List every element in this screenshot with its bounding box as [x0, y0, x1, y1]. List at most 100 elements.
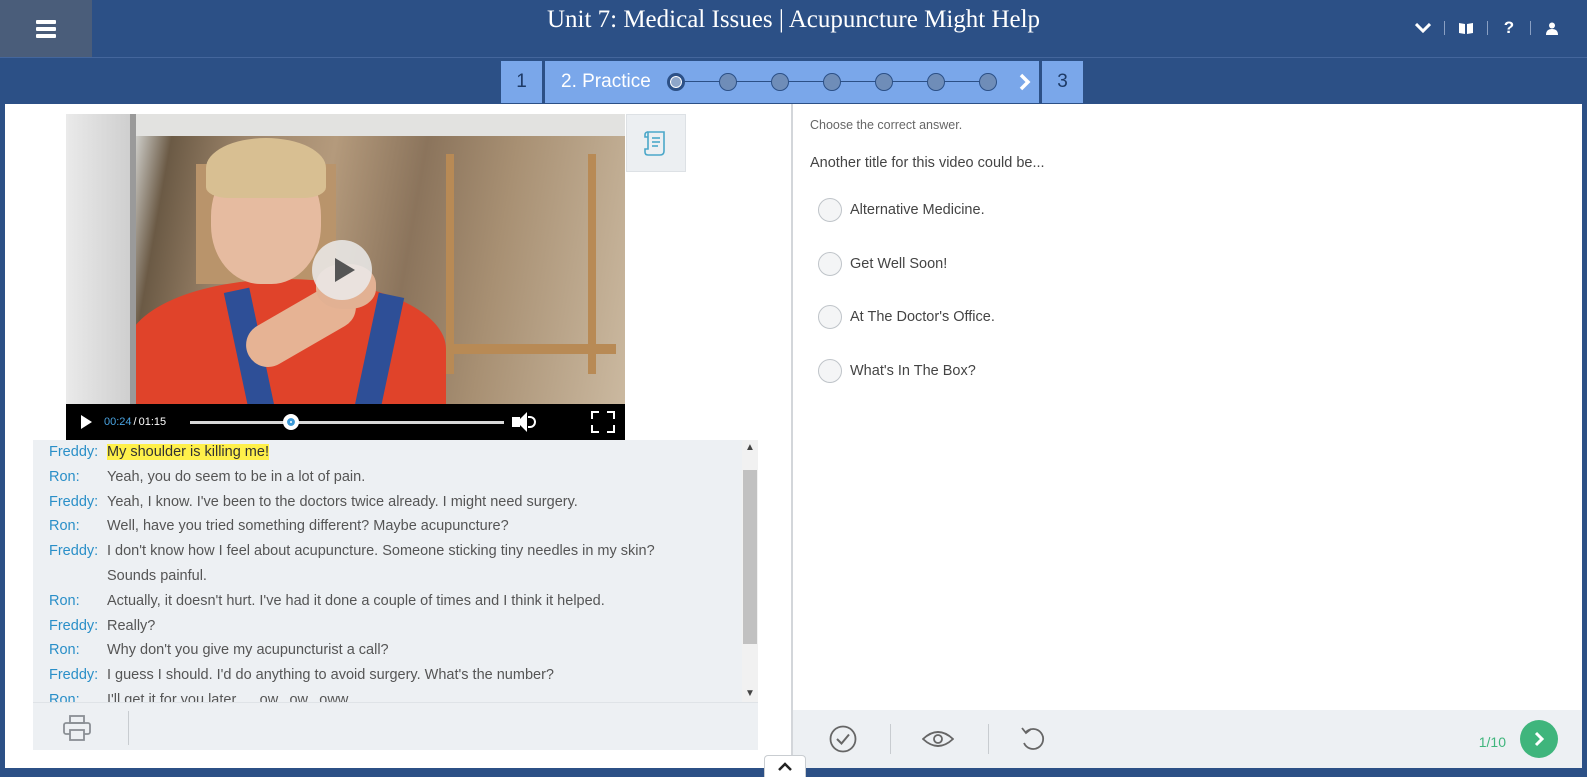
speaker-name: Freddy:: [49, 617, 99, 634]
transcript-line[interactable]: Freddy: I don't know how I feel about acu…: [33, 539, 758, 564]
exercise-dot[interactable]: [927, 73, 945, 91]
step-3-button[interactable]: 3: [1042, 61, 1083, 103]
book-button[interactable]: [1449, 14, 1483, 42]
radio-button[interactable]: [818, 305, 842, 329]
scroll-icon: [644, 131, 665, 156]
radio-button[interactable]: [818, 358, 842, 383]
step-2-label: 2. Practice: [561, 71, 651, 92]
progress-knob[interactable]: [282, 413, 299, 430]
transcript-line[interactable]: Freddy: Yeah, I know. I've been to the do…: [33, 490, 758, 515]
play-icon[interactable]: [81, 415, 92, 429]
play-overlay-button[interactable]: [312, 240, 372, 300]
answer-option[interactable]: Get Well Soon!: [818, 251, 995, 276]
check-icon: [829, 725, 857, 753]
page-title: Unit 7: Medical Issues | Acupuncture Mig…: [546, 6, 1041, 33]
transcript-scrollbar[interactable]: ▲ ▼: [742, 440, 758, 702]
exercise-panel: Choose the correct answer. Another title…: [793, 104, 1582, 768]
user-icon: [1546, 22, 1558, 35]
speech-text: My shoulder is killing me!: [107, 440, 269, 465]
exercise-dot[interactable]: [666, 73, 685, 91]
volume-icon[interactable]: [512, 412, 538, 432]
transcript-line[interactable]: Ron: Well, have you tried something diffe…: [33, 514, 758, 539]
scroll-up-icon[interactable]: ▲: [742, 440, 758, 456]
speech-text: I don't know how I feel about acupunctur…: [107, 543, 655, 560]
answer-option[interactable]: Alternative Medicine.: [818, 198, 995, 222]
fullscreen-icon[interactable]: [591, 411, 615, 433]
book-icon: [1459, 23, 1473, 34]
transcript-line[interactable]: Ron: Actually, it doesn't hurt. I've had …: [33, 589, 758, 614]
answer-options: Alternative Medicine. Get Well Soon! At …: [818, 198, 995, 412]
exercise-toolbar: 1/10: [793, 710, 1582, 768]
speech-text: Actually, it doesn't hurt. I've had it d…: [107, 592, 605, 609]
video-player[interactable]: 00:24 / 01:15: [66, 114, 625, 440]
radio-button[interactable]: [818, 251, 842, 276]
exercise-dot[interactable]: [979, 73, 997, 91]
exercise-dot[interactable]: [822, 73, 841, 91]
fullscreen-corner: [607, 411, 615, 419]
transcript-line[interactable]: Freddy: My shoulder is killing me!: [33, 440, 758, 465]
transcript-toolbar: [33, 702, 758, 750]
scroll-thumb[interactable]: [743, 470, 757, 644]
progress-fill: [190, 420, 291, 424]
dropdown-button[interactable]: [1406, 14, 1440, 42]
transcript-line[interactable]: Sounds painful.: [33, 564, 758, 589]
transcript-line[interactable]: Ron: I'll get it for you later..... ow...…: [33, 688, 758, 702]
step-2-practice[interactable]: 2. Practice: [545, 61, 1039, 103]
eye-icon: [922, 731, 954, 747]
exercise-dot[interactable]: [718, 73, 737, 91]
question-text: Another title for this video could be...: [810, 155, 1045, 171]
video-scene: [66, 114, 136, 404]
reset-button[interactable]: [1016, 724, 1050, 754]
speech-text: I'll get it for you later..... ow...ow..…: [107, 691, 360, 702]
transcript-panel[interactable]: Freddy: My shoulder is killing me! Ron: Yea…: [33, 440, 758, 702]
exercise-dot[interactable]: [875, 73, 893, 91]
option-label: What's In The Box?: [850, 362, 976, 379]
undo-icon: [1021, 727, 1045, 750]
exercise-dots: [666, 72, 997, 92]
transcript-line[interactable]: Ron: Why don't you give my acupuncturist …: [33, 638, 758, 663]
transcript-line[interactable]: Freddy: I guess I should. I'd do anything…: [33, 663, 758, 688]
answer-option[interactable]: At The Doctor's Office.: [818, 305, 995, 329]
help-icon: ?: [1503, 18, 1515, 37]
user-button[interactable]: [1535, 14, 1569, 42]
video-frame[interactable]: [66, 114, 625, 404]
option-label: Alternative Medicine.: [850, 202, 985, 218]
transcript-line[interactable]: Freddy: Really?: [33, 614, 758, 639]
toolbar-separator: [128, 711, 129, 745]
scroll-down-icon[interactable]: ▼: [742, 686, 758, 702]
step-next-button[interactable]: [1019, 71, 1031, 97]
speaker-name: Freddy:: [49, 444, 99, 460]
progress-bar[interactable]: [190, 413, 505, 430]
duration: 01:15: [138, 416, 167, 428]
speech-text: Why don't you give my acupuncturist a ca…: [107, 642, 389, 659]
speaker-name: Ron:: [49, 518, 80, 535]
transcript-toggle-button[interactable]: [626, 114, 686, 172]
speaker-name: Freddy:: [49, 543, 99, 560]
speech-text: Yeah, you do seem to be in a lot of pain…: [107, 468, 366, 485]
video-scene: [446, 154, 596, 374]
volume-wave: [528, 416, 537, 428]
answer-option[interactable]: What's In The Box?: [818, 358, 995, 383]
volume-cone: [517, 412, 528, 432]
speaker-name: Freddy:: [49, 493, 99, 510]
toolbar-separator: [890, 724, 891, 754]
exercise-dot[interactable]: [770, 73, 789, 91]
speaker-name: Ron:: [49, 592, 80, 609]
speaker-name: Ron:: [49, 642, 80, 659]
collapse-panel-button[interactable]: [764, 755, 806, 777]
speech-text: Really?: [107, 617, 156, 634]
show-answer-button[interactable]: [921, 724, 955, 754]
transcript-line[interactable]: Ron: Yeah, you do seem to be in a lot of …: [33, 465, 758, 490]
next-question-button[interactable]: [1520, 720, 1558, 758]
video-scene: [446, 344, 616, 354]
speech-text: Sounds painful.: [107, 567, 207, 584]
print-button[interactable]: [63, 715, 99, 741]
help-button[interactable]: ?: [1492, 14, 1526, 42]
fullscreen-corner: [591, 425, 599, 433]
option-label: At The Doctor's Office.: [850, 309, 995, 325]
step-1-button[interactable]: 1: [501, 61, 542, 103]
check-answer-button[interactable]: [826, 724, 860, 754]
radio-button[interactable]: [818, 198, 842, 222]
chevron-right-icon: [1019, 73, 1031, 91]
speech-text: Yeah, I know. I've been to the doctors t…: [107, 493, 578, 510]
